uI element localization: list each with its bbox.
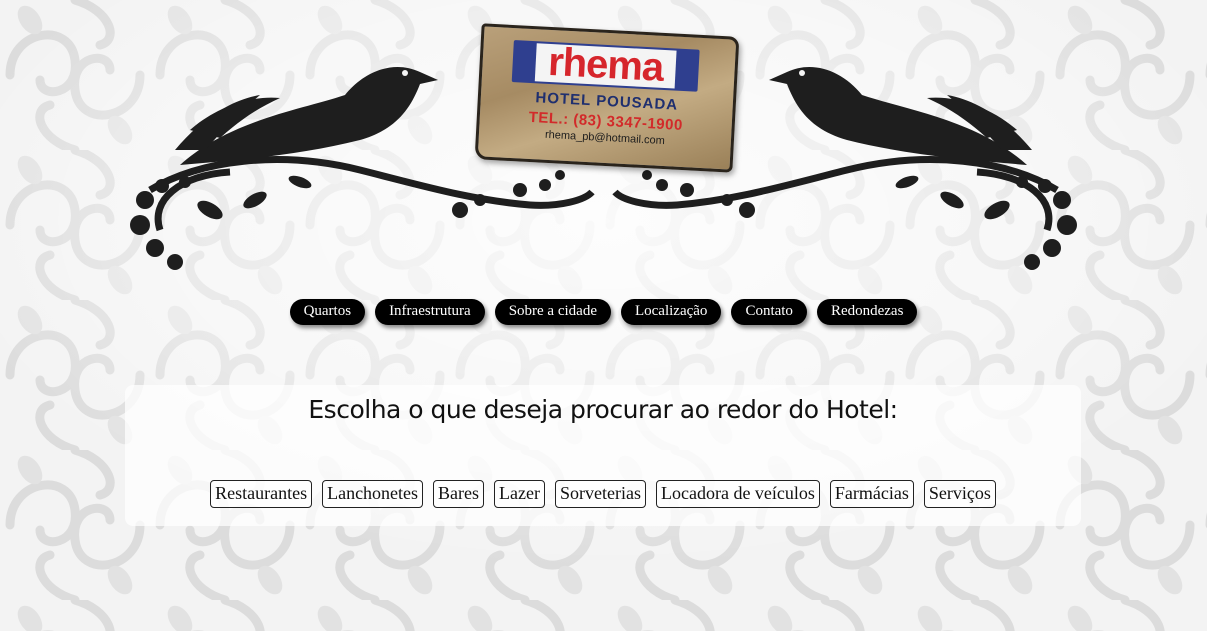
nav-quartos[interactable]: Quartos bbox=[289, 299, 366, 325]
category-locadora-de-veiculos[interactable]: Locadora de veículos bbox=[655, 480, 820, 508]
category-buttons: Restaurantes Lanchonetes Bares Lazer Sor… bbox=[125, 480, 1081, 508]
right-bird-icon bbox=[769, 66, 1032, 165]
nav-infraestrutura[interactable]: Infraestrutura bbox=[375, 299, 485, 325]
category-lazer[interactable]: Lazer bbox=[494, 480, 545, 508]
category-restaurantes[interactable]: Restaurantes bbox=[210, 480, 313, 508]
main-nav: Quartos Infraestrutura Sobre a cidade Lo… bbox=[0, 299, 1207, 325]
nav-localizacao[interactable]: Localização bbox=[620, 299, 722, 325]
nav-contato[interactable]: Contato bbox=[731, 299, 807, 325]
category-bares[interactable]: Bares bbox=[433, 480, 485, 508]
panel-title: Escolha o que deseja procurar ao redor d… bbox=[308, 395, 898, 424]
left-bird-icon bbox=[175, 66, 438, 165]
logo-brand-text: rhema bbox=[535, 40, 677, 90]
hotel-logo[interactable]: rhema HOTEL POUSADA TEL.: (83) 3347-1900… bbox=[474, 23, 740, 173]
category-farmacias[interactable]: Farmácias bbox=[829, 480, 914, 508]
category-sorveterias[interactable]: Sorveterias bbox=[555, 480, 646, 508]
nav-redondezas[interactable]: Redondezas bbox=[816, 299, 918, 325]
category-servicos[interactable]: Serviços bbox=[923, 480, 996, 508]
logo-brand-box: rhema bbox=[511, 40, 700, 92]
surroundings-panel: Escolha o que deseja procurar ao redor d… bbox=[125, 385, 1081, 526]
category-lanchonetes[interactable]: Lanchonetes bbox=[322, 480, 424, 508]
nav-sobre-a-cidade[interactable]: Sobre a cidade bbox=[494, 299, 611, 325]
